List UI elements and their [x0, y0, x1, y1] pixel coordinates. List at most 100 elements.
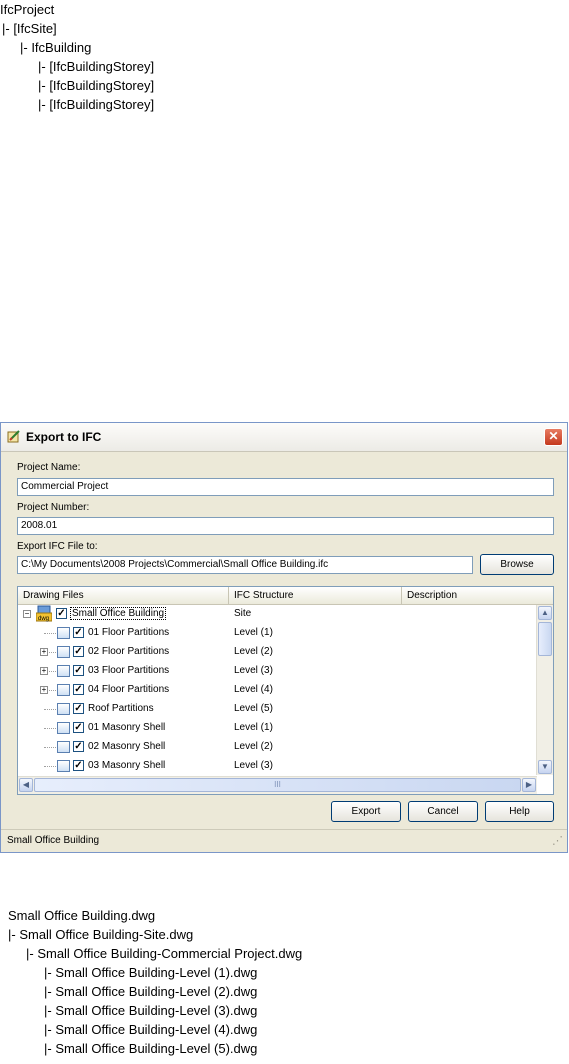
dialog-title: Export to IFC: [26, 430, 102, 444]
ifc-structure-value[interactable]: Level (3): [234, 665, 273, 676]
tree-row[interactable]: ✓ 03 Masonry Shell Level (3): [18, 757, 537, 776]
project-name-field[interactable]: Commercial Project: [17, 478, 554, 496]
tree-connector: [44, 709, 56, 710]
drawing-file-name: 02 Floor Partitions: [88, 646, 170, 657]
dwg-level-line: |- Small Office Building-Level (3).dwg: [44, 1003, 258, 1018]
column-header-drawing-files[interactable]: Drawing Files: [18, 587, 229, 605]
drawing-file-icon: [57, 684, 70, 696]
tree-row[interactable]: ✓ Roof Partitions Level (5): [18, 700, 537, 719]
column-header-ifc-structure[interactable]: IFC Structure: [229, 587, 402, 605]
drawing-file-name: 01 Floor Partitions: [88, 627, 170, 638]
tree-connector: [44, 766, 56, 767]
drawing-file-icon: [57, 627, 70, 639]
scroll-right-arrow-icon[interactable]: ▶: [522, 778, 536, 792]
ifc-building-line: |- IfcBuilding: [20, 40, 92, 55]
svg-text:dwg: dwg: [38, 616, 49, 622]
include-checkbox[interactable]: ✓: [73, 722, 84, 733]
ifc-project-line: IfcProject: [0, 2, 55, 17]
help-button[interactable]: Help: [485, 801, 554, 822]
drawing-file-icon: [57, 722, 70, 734]
close-button[interactable]: ✕: [544, 428, 563, 446]
status-text: Small Office Building: [7, 835, 100, 846]
export-file-label: Export IFC File to:: [17, 541, 98, 552]
tree-row[interactable]: + ✓ 04 Floor Partitions Level (4): [18, 681, 537, 700]
project-name-label: Project Name:: [17, 462, 81, 473]
resize-grip-icon[interactable]: ⋰: [552, 834, 563, 847]
drawing-file-name: 03 Masonry Shell: [88, 760, 166, 771]
ifc-structure-value[interactable]: Level (2): [234, 646, 273, 657]
horizontal-scrollbar[interactable]: ◀ III ▶: [18, 776, 537, 794]
ifc-structure-value[interactable]: Level (2): [234, 741, 273, 752]
tree-row-root[interactable]: − dwg ✓ Small Office Building Site: [18, 605, 537, 624]
export-ifc-dialog: Export to IFC ✕ Project Name: Commercial…: [0, 422, 568, 853]
cancel-button[interactable]: Cancel: [408, 801, 478, 822]
drawing-files-tree-grid: Drawing Files IFC Structure Description …: [17, 586, 554, 795]
horizontal-scroll-thumb[interactable]: III: [34, 778, 521, 792]
drawing-file-name: 01 Masonry Shell: [88, 722, 166, 733]
include-checkbox[interactable]: ✓: [73, 627, 84, 638]
vertical-scrollbar[interactable]: ▲ ▼: [536, 605, 553, 775]
project-number-field[interactable]: 2008.01: [17, 517, 554, 535]
ifc-storey-line: |- [IfcBuildingStorey]: [38, 97, 155, 112]
tree-row[interactable]: + ✓ 02 Floor Partitions Level (2): [18, 643, 537, 662]
dwg-level-line: |- Small Office Building-Level (4).dwg: [44, 1022, 258, 1037]
ifc-site-line: |- [IfcSite]: [2, 21, 57, 36]
scroll-up-arrow-icon[interactable]: ▲: [538, 606, 552, 620]
include-checkbox[interactable]: ✓: [73, 665, 84, 676]
dwg-file-icon: dwg: [36, 605, 52, 622]
drawing-file-name: 02 Masonry Shell: [88, 741, 166, 752]
tree-row[interactable]: + ✓ 03 Floor Partitions Level (3): [18, 662, 537, 681]
drawing-file-name: Roof Partitions: [88, 703, 154, 714]
export-file-path-field[interactable]: C:\My Documents\2008 Projects\Commercial…: [17, 556, 473, 574]
tree-row[interactable]: ✓ 01 Floor Partitions Level (1): [18, 624, 537, 643]
dwg-project-line: |- Small Office Building-Commercial Proj…: [26, 946, 303, 961]
expand-icon[interactable]: +: [40, 686, 48, 694]
ifc-structure-value[interactable]: Site: [234, 608, 251, 619]
ifc-storey-line: |- [IfcBuildingStorey]: [38, 59, 155, 74]
app-icon: [7, 430, 20, 443]
ifc-structure-value[interactable]: Level (4): [234, 684, 273, 695]
dwg-site-line: |- Small Office Building-Site.dwg: [8, 927, 194, 942]
tree-row[interactable]: ✓ 01 Masonry Shell Level (1): [18, 719, 537, 738]
dwg-level-line: |- Small Office Building-Level (1).dwg: [44, 965, 258, 980]
scroll-left-arrow-icon[interactable]: ◀: [19, 778, 33, 792]
collapse-icon[interactable]: −: [23, 610, 31, 618]
ifc-structure-value[interactable]: Level (3): [234, 760, 273, 771]
tree-connector: [44, 747, 56, 748]
title-bar[interactable]: Export to IFC ✕: [1, 423, 567, 452]
include-checkbox[interactable]: ✓: [73, 684, 84, 695]
drawing-file-name: 04 Floor Partitions: [88, 684, 170, 695]
browse-button[interactable]: Browse: [480, 554, 554, 575]
status-bar: Small Office Building ⋰: [1, 829, 567, 852]
tree-connector: [49, 690, 56, 691]
include-checkbox[interactable]: ✓: [73, 703, 84, 714]
scroll-down-arrow-icon[interactable]: ▼: [538, 760, 552, 774]
dwg-level-line: |- Small Office Building-Level (2).dwg: [44, 984, 258, 999]
expand-icon[interactable]: +: [40, 648, 48, 656]
project-number-label: Project Number:: [17, 502, 90, 513]
expand-icon[interactable]: +: [40, 667, 48, 675]
column-header-description[interactable]: Description: [402, 587, 553, 605]
tree-row[interactable]: ✓ 02 Masonry Shell Level (2): [18, 738, 537, 757]
drawing-file-name: 03 Floor Partitions: [88, 665, 170, 676]
drawing-file-icon: [57, 741, 70, 753]
include-checkbox[interactable]: ✓: [73, 646, 84, 657]
dwg-root-line: Small Office Building.dwg: [8, 908, 156, 923]
tree-connector: [49, 671, 56, 672]
ifc-structure-value[interactable]: Level (1): [234, 627, 273, 638]
ifc-structure-value[interactable]: Level (1): [234, 722, 273, 733]
drawing-file-icon: [57, 760, 70, 772]
drawing-file-name: Small Office Building: [70, 607, 167, 620]
include-checkbox[interactable]: ✓: [73, 741, 84, 752]
drawing-file-icon: [57, 665, 70, 677]
drawing-file-icon: [57, 703, 70, 715]
tree-connector: [49, 652, 56, 653]
ifc-structure-value[interactable]: Level (5): [234, 703, 273, 714]
include-checkbox[interactable]: ✓: [73, 760, 84, 771]
export-button[interactable]: Export: [331, 801, 401, 822]
include-checkbox[interactable]: ✓: [56, 608, 67, 619]
dwg-level-line: |- Small Office Building-Level (5).dwg: [44, 1041, 258, 1056]
vertical-scroll-thumb[interactable]: [538, 622, 552, 656]
ifc-storey-line: |- [IfcBuildingStorey]: [38, 78, 155, 93]
tree-connector: [44, 633, 56, 634]
